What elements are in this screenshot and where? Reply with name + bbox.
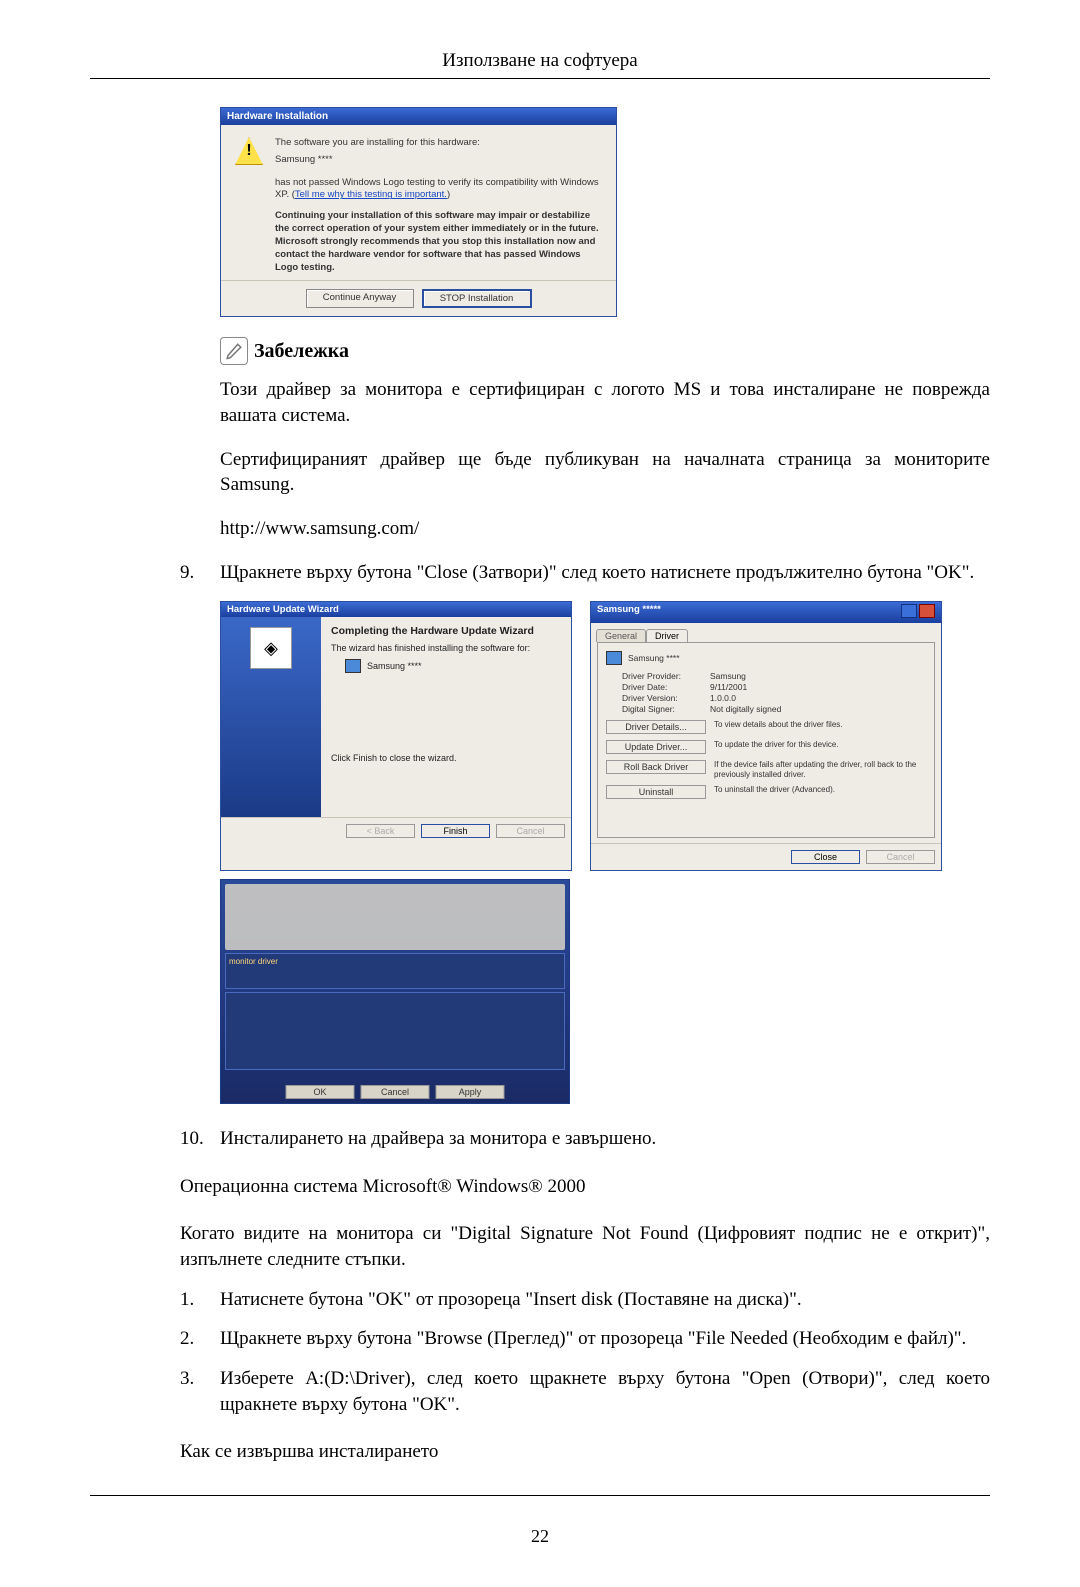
dp-cancel-button[interactable]: Cancel [361,1085,430,1099]
step-9-number: 9. [180,560,220,586]
tab-general[interactable]: General [596,629,646,642]
driver-details-button[interactable]: Driver Details... [606,720,706,734]
v-version: 1.0.0.0 [710,693,736,703]
note-paragraph-2: Сертифицираният драйвер ще бъде публикув… [220,447,990,498]
hardware-update-wizard-dialog: Hardware Update Wizard ◈ Completing the … [220,601,572,871]
help-icon[interactable] [901,604,917,618]
monitor-icon [606,651,622,665]
dp-ok-button[interactable]: OK [286,1085,355,1099]
warning-icon: ! [235,137,263,165]
props-device: Samsung **** [628,653,680,663]
substep-2-num: 2. [180,1326,220,1352]
finish-button[interactable]: Finish [421,824,490,838]
wizard-titlebar: Hardware Update Wizard [221,602,571,617]
k-signer: Digital Signer: [622,704,710,714]
close-button[interactable]: Close [791,850,860,864]
hardware-installation-dialog: Hardware Installation ! The software you… [220,107,617,317]
wizard-line1: The wizard has finished installing the s… [331,643,561,653]
dialog-bold-warning: Continuing your installation of this sof… [275,210,602,274]
testing-link[interactable]: Tell me why this testing is important. [295,189,447,200]
v-provider: Samsung [710,671,746,681]
substep-3: 3. Изберете A:(D:\Driver), след което щр… [180,1366,990,1417]
dialog-text-line1: The software you are installing for this… [275,137,602,150]
note-label: Забележка [254,340,349,363]
v-signer: Not digitally signed [710,704,781,714]
continue-anyway-button[interactable]: Continue Anyway [306,289,414,308]
props-titlebar: Samsung ***** [591,602,941,623]
substep-3-text: Изберете A:(D:\Driver), след което щракн… [220,1366,990,1417]
substep-1: 1. Натиснете бутона "OK" от прозореца "I… [180,1287,990,1313]
uninstall-button[interactable]: Uninstall [606,785,706,799]
substep-3-num: 3. [180,1366,220,1417]
driver-properties-dialog: Samsung ***** General Driver Samsung ***… [590,601,942,871]
k-version: Driver Version: [622,693,710,703]
driver-details-desc: To view details about the driver files. [714,720,926,730]
monitor-icon [345,659,361,673]
dialog-text-line2: has not passed Windows Logo testing to v… [275,177,602,203]
step-10: 10. Инсталирането на драйвера за монитор… [180,1126,990,1152]
rollback-driver-button[interactable]: Roll Back Driver [606,760,706,774]
paragraph-4: Когато видите на монитора си "Digital Si… [180,1221,990,1272]
update-driver-button[interactable]: Update Driver... [606,740,706,754]
close-icon[interactable] [919,604,935,618]
footer-rule [90,1495,990,1496]
k-provider: Driver Provider: [622,671,710,681]
uninstall-desc: To uninstall the driver (Advanced). [714,785,926,795]
wizard-device: Samsung **** [367,661,422,671]
note-url: http://www.samsung.com/ [220,516,990,542]
wizard-icon: ◈ [250,627,292,669]
step-9-text: Щракнете върху бутона "Close (Затвори)" … [220,560,990,586]
dp-apply-button[interactable]: Apply [436,1085,505,1099]
substep-1-num: 1. [180,1287,220,1313]
props-cancel-button: Cancel [866,850,935,864]
paragraph-5: Как се извършва инсталирането [180,1439,990,1465]
cancel-button: Cancel [496,824,565,838]
substep-2: 2. Щракнете върху бутона "Browse (Прегле… [180,1326,990,1352]
back-button: < Back [346,824,415,838]
step-9: 9. Щракнете върху бутона "Close (Затвори… [180,560,990,586]
rollback-driver-desc: If the device fails after updating the d… [714,760,926,779]
note-icon [220,337,248,365]
wizard-line2: Click Finish to close the wizard. [331,753,561,763]
step-10-number: 10. [180,1126,220,1152]
k-date: Driver Date: [622,682,710,692]
substep-1-text: Натиснете бутона "OK" от прозореца "Inse… [220,1287,990,1313]
dialog-titlebar: Hardware Installation [221,108,616,125]
os-line: Операционна система Microsoft® Windows® … [180,1174,990,1200]
page-number: 22 [90,1526,990,1547]
header-rule [90,78,990,79]
v-date: 9/11/2001 [710,682,747,692]
dialog-device-name: Samsung **** [275,154,602,167]
stop-installation-button[interactable]: STOP Installation [422,289,532,308]
update-driver-desc: To update the driver for this device. [714,740,926,750]
substep-2-text: Щракнете върху бутона "Browse (Преглед)"… [220,1326,990,1352]
page-header-title: Използване на софтуера [90,50,990,72]
note-paragraph-1: Този драйвер за монитора е сертифициран … [220,377,990,428]
wizard-heading: Completing the Hardware Update Wizard [331,625,561,637]
tab-driver[interactable]: Driver [646,629,688,642]
step-10-text: Инсталирането на драйвера за монитора е … [220,1126,990,1152]
display-properties-dialog: monitor driver OK Cancel Apply [220,879,570,1104]
